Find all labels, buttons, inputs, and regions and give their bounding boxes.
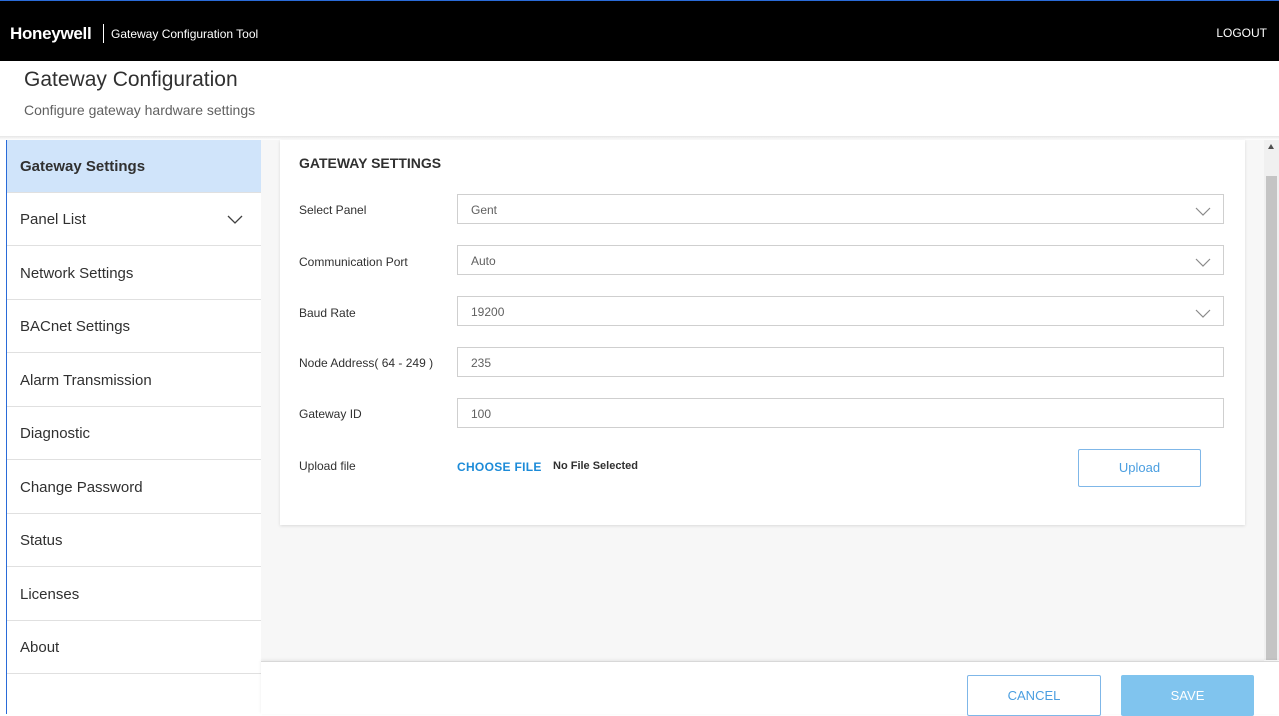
node-address-label: Node Address( 64 - 249 ) [299, 356, 434, 370]
sidebar-item-label: About [20, 639, 60, 656]
select-panel-dropdown[interactable]: Gent [457, 194, 1224, 224]
node-address-value: 235 [471, 356, 492, 370]
section-title: GATEWAY SETTINGS [299, 155, 442, 171]
scrollbar-thumb[interactable] [1266, 176, 1277, 660]
sidebar-item-label: Alarm Transmission [20, 372, 152, 389]
communication-port-dropdown[interactable]: Auto [457, 245, 1224, 275]
page-title: Gateway Configuration [24, 68, 238, 91]
communication-port-value: Auto [471, 254, 496, 268]
sidebar-item-licenses[interactable]: Licenses [7, 568, 261, 621]
save-button[interactable]: SAVE [1121, 675, 1254, 716]
baud-rate-dropdown[interactable]: 19200 [457, 296, 1224, 326]
sidebar-item-label: Licenses [20, 586, 80, 603]
node-address-input[interactable]: 235 [457, 347, 1224, 377]
sidebar-item-label: Gateway Settings [20, 158, 146, 175]
chevron-down-icon [1195, 256, 1211, 270]
select-panel-label: Select Panel [299, 203, 367, 217]
sidebar-item-panel-list[interactable]: Panel List [7, 193, 261, 246]
chevron-down-icon [1195, 307, 1211, 321]
sidebar-item-bacnet-settings[interactable]: BACnet Settings [7, 300, 261, 353]
sidebar-item-label: Network Settings [20, 265, 134, 282]
sidebar-item-network-settings[interactable]: Network Settings [7, 247, 261, 300]
gateway-id-label: Gateway ID [299, 407, 362, 421]
sidebar-item-label: BACnet Settings [20, 318, 131, 335]
baud-rate-value: 19200 [471, 305, 505, 319]
sidebar-item-label: Panel List [20, 211, 86, 228]
gateway-id-value: 100 [471, 407, 492, 421]
gateway-settings-card: GATEWAY SETTINGS Select Panel Gent Commu… [280, 140, 1245, 525]
logout-link[interactable]: LOGOUT [1216, 26, 1267, 40]
file-status-text: No File Selected [553, 460, 638, 472]
chevron-down-icon[interactable] [227, 212, 243, 229]
sidebar-item-change-password[interactable]: Change Password [7, 461, 261, 514]
chevron-down-icon [1195, 205, 1211, 219]
sidebar-item-label: Status [20, 532, 63, 549]
choose-file-button[interactable]: CHOOSE FILE [457, 460, 542, 474]
brand-divider [103, 24, 104, 43]
app-title: Gateway Configuration Tool [111, 27, 259, 41]
sidebar-item-about[interactable]: About [7, 621, 261, 674]
sidebar: Gateway Settings Panel List Network Sett… [7, 140, 261, 714]
page-subtitle: Configure gateway hardware settings [24, 102, 256, 118]
main-content: GATEWAY SETTINGS Select Panel Gent Commu… [261, 140, 1264, 714]
sidebar-item-gateway-settings[interactable]: Gateway Settings [7, 140, 261, 193]
communication-port-label: Communication Port [299, 255, 408, 269]
sidebar-item-diagnostic[interactable]: Diagnostic [7, 407, 261, 460]
gateway-id-input[interactable]: 100 [457, 398, 1224, 428]
top-bar: Honeywell Gateway Configuration Tool LOG… [0, 0, 1279, 61]
upload-button[interactable]: Upload [1078, 449, 1201, 487]
upload-file-label: Upload file [299, 459, 356, 473]
sidebar-item-label: Change Password [20, 479, 143, 496]
footer-bar: CANCEL SAVE [261, 661, 1279, 716]
scroll-up-arrow-icon[interactable] [1268, 144, 1274, 149]
baud-rate-label: Baud Rate [299, 306, 356, 320]
sidebar-item-status[interactable]: Status [7, 514, 261, 567]
cancel-button[interactable]: CANCEL [967, 675, 1101, 716]
brand-logo: Honeywell [10, 24, 92, 43]
sidebar-item-label: Diagnostic [20, 425, 91, 442]
select-panel-value: Gent [471, 203, 498, 217]
sidebar-item-alarm-transmission[interactable]: Alarm Transmission [7, 354, 261, 407]
